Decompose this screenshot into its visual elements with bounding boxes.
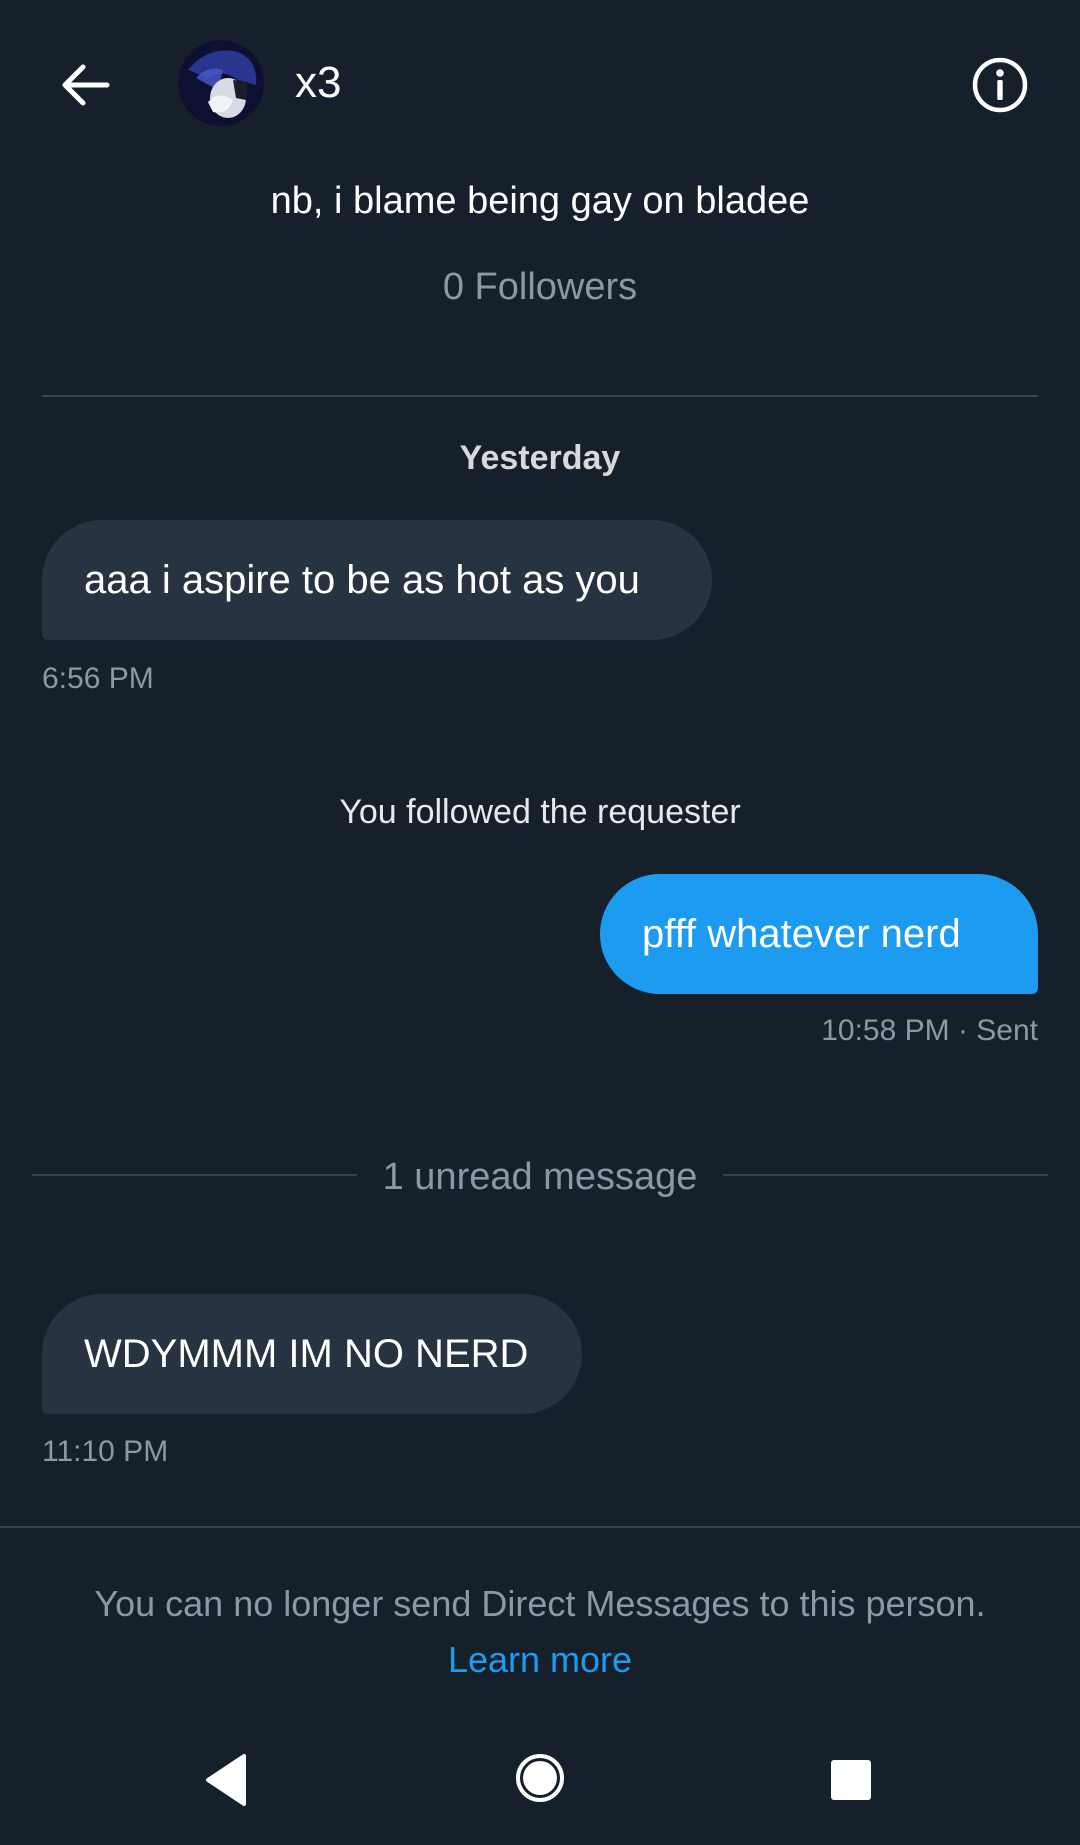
outgoing-message-bubble[interactable]: pfff whatever nerd <box>600 874 1038 994</box>
triangle-back-icon <box>206 1754 246 1806</box>
message-text: WDYMMM IM NO NERD <box>84 1332 529 1376</box>
learn-more-link: Learn more <box>0 1632 1080 1688</box>
nav-recents-button[interactable] <box>830 1759 872 1801</box>
incoming-message-bubble[interactable]: WDYMMM IM NO NERD <box>42 1294 582 1414</box>
conversation-title[interactable]: x3 <box>295 58 341 108</box>
avatar-image <box>178 40 264 126</box>
system-note: You followed the requester <box>339 793 741 831</box>
message-timestamp: 11:10 PM <box>42 1435 169 1468</box>
incoming-message-bubble[interactable]: aaa i aspire to be as hot as you <box>42 520 712 640</box>
unread-divider-right <box>723 1174 1048 1176</box>
dm-restricted-notice: You can no longer send Direct Messages t… <box>94 1583 986 1624</box>
back-button[interactable] <box>50 50 120 120</box>
square-recents-icon <box>831 1760 871 1800</box>
followers-count[interactable]: 0 Followers <box>0 264 1080 310</box>
profile-bio: nb, i blame being gay on bladee <box>270 180 810 222</box>
message-timestamp: 6:56 PM <box>42 662 154 695</box>
footer-divider <box>0 1526 1080 1528</box>
info-icon <box>972 57 1028 113</box>
arrow-left-icon <box>62 64 110 106</box>
divider <box>42 395 1038 397</box>
date-separator: Yesterday <box>459 439 621 477</box>
message-text: pfff whatever nerd <box>642 912 961 956</box>
nav-home-button[interactable] <box>514 1752 566 1804</box>
learn-more-link-text[interactable]: Learn more <box>448 1639 632 1680</box>
avatar[interactable] <box>178 40 264 126</box>
circle-home-icon <box>516 1754 564 1802</box>
message-timestamp: 10:58 PM · Sent <box>821 1014 1038 1047</box>
unread-label: 1 unread message <box>382 1156 698 1198</box>
nav-back-button[interactable] <box>200 1752 250 1808</box>
message-text: aaa i aspire to be as hot as you <box>84 558 640 602</box>
info-button[interactable] <box>965 50 1035 120</box>
